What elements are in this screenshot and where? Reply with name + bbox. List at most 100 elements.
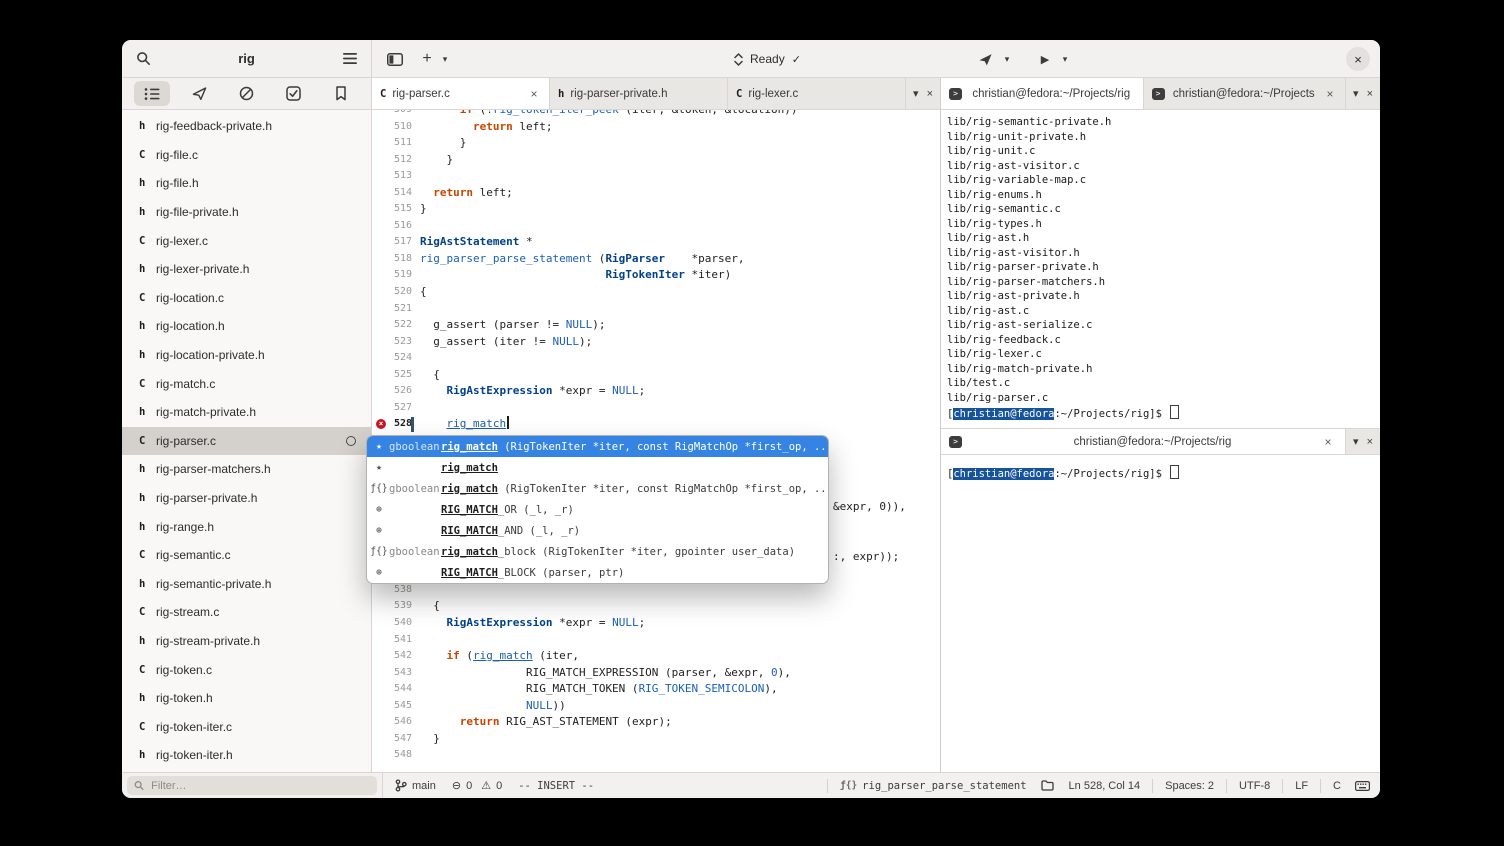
close-panel-icon[interactable]: × bbox=[1367, 436, 1373, 448]
code-line[interactable]: 510 return left; bbox=[372, 119, 940, 136]
code-line[interactable]: 516 bbox=[372, 218, 940, 235]
code-line[interactable]: 543 RIG_MATCH_EXPRESSION (parser, &expr,… bbox=[372, 665, 940, 682]
filter-input[interactable] bbox=[149, 778, 370, 793]
completion-item[interactable]: ƒ{} gboolean rig_match (RigTokenIter *iter… bbox=[367, 478, 828, 499]
sidebar-file-item[interactable]: Crig-token.c bbox=[122, 655, 371, 684]
sidebar-file-item[interactable]: h rig-lexer-private.h bbox=[122, 255, 371, 284]
code-line[interactable]: 512 } bbox=[372, 152, 940, 169]
window-close-button[interactable]: × bbox=[1346, 47, 1370, 71]
sidebar-file-item[interactable]: Crig-location.c bbox=[122, 284, 371, 313]
line-ending-setting[interactable]: LF bbox=[1295, 780, 1308, 792]
close-panel-icon[interactable]: × bbox=[1367, 88, 1373, 100]
search-button[interactable] bbox=[130, 46, 156, 72]
code-line[interactable]: 545 NULL)) bbox=[372, 698, 940, 715]
tab-close-icon[interactable]: × bbox=[527, 87, 541, 101]
code-line[interactable]: 524 bbox=[372, 350, 940, 367]
sidebar-tool-diagnostics[interactable] bbox=[228, 81, 264, 106]
code-line[interactable]: 548 bbox=[372, 747, 940, 764]
code-line[interactable]: 518 rig_parser_parse_statement (RigParser… bbox=[372, 251, 940, 268]
menu-button[interactable] bbox=[337, 46, 363, 72]
code-line[interactable]: 542 if (rig_match (iter, bbox=[372, 648, 940, 665]
code-line[interactable]: 525 { bbox=[372, 367, 940, 384]
code-line[interactable]: 522 g_assert (parser != NULL); bbox=[372, 317, 940, 334]
sidebar-file-item[interactable]: Crig-parser.c bbox=[122, 426, 371, 456]
open-folder-button[interactable] bbox=[1039, 777, 1057, 795]
sidebar-tool-build[interactable] bbox=[181, 81, 217, 106]
tab-list-chevron[interactable]: ▾ bbox=[1353, 435, 1359, 448]
completion-item[interactable]: ⊕ RIG_MATCH_OR (_l, _r) bbox=[367, 499, 828, 520]
keyboard-settings-button[interactable] bbox=[1353, 777, 1371, 795]
tab-close-icon[interactable]: × bbox=[1323, 87, 1337, 101]
code-line[interactable]: 519 RigTokenIter *iter) bbox=[372, 267, 940, 284]
sidebar-tool-files[interactable] bbox=[133, 81, 170, 106]
new-document-button[interactable]: + bbox=[414, 46, 440, 72]
play-options-chevron[interactable]: ▾ bbox=[1058, 46, 1072, 72]
diagnostics-button[interactable]: ⊖ 0 ⚠ 0 bbox=[452, 779, 502, 793]
editor-tab[interactable]: Crig-lexer.c bbox=[728, 78, 907, 109]
code-line[interactable]: 538 bbox=[372, 582, 940, 599]
code-line[interactable]: 520 { bbox=[372, 284, 940, 301]
sidebar-file-item[interactable]: Crig-semantic.c bbox=[122, 541, 371, 570]
sidebar-file-item[interactable]: Crig-file.c bbox=[122, 141, 371, 170]
sidebar-file-item[interactable]: h rig-parser-matchers.h bbox=[122, 455, 371, 484]
terminal-tab[interactable]: > christian@fedora:~/Projects/rig × bbox=[941, 429, 1347, 454]
sidebar-file-item[interactable]: h rig-range.h bbox=[122, 512, 371, 541]
tab-list-chevron[interactable]: ▾ bbox=[1353, 87, 1359, 100]
tab-close-icon[interactable]: × bbox=[1321, 435, 1335, 449]
run-options-chevron[interactable]: ▾ bbox=[1000, 46, 1014, 72]
code-line[interactable]: 544 RIG_MATCH_TOKEN (RIG_TOKEN_SEMICOLON… bbox=[372, 681, 940, 698]
code-line[interactable]: 511 } bbox=[372, 135, 940, 152]
code-line[interactable]: 523 g_assert (iter != NULL); bbox=[372, 334, 940, 351]
code-line[interactable]: 521 bbox=[372, 301, 940, 318]
filter-box[interactable] bbox=[127, 776, 377, 795]
close-page-icon[interactable]: × bbox=[927, 88, 933, 100]
editor-tab[interactable]: h rig-parser-private.h bbox=[550, 78, 729, 109]
sidebar-file-item[interactable]: h rig-file-private.h bbox=[122, 198, 371, 227]
completion-item[interactable]: ⊕ RIG_MATCH_BLOCK (parser, ptr) bbox=[367, 562, 828, 583]
code-line[interactable]: 513 bbox=[372, 168, 940, 185]
completion-item[interactable]: ★ rig_match bbox=[367, 457, 828, 478]
terminal-top[interactable]: lib/rig-semantic-private.h lib/rig-unit-p… bbox=[941, 110, 1380, 428]
terminal-bottom[interactable]: [christian@fedora:~/Projects/rig]$ bbox=[941, 455, 1380, 772]
play-button[interactable]: ▶ bbox=[1032, 46, 1058, 72]
sidebar-file-item[interactable]: h rig-parser-private.h bbox=[122, 484, 371, 513]
sidebar-file-item[interactable]: h rig-file.h bbox=[122, 169, 371, 198]
completion-item[interactable]: ⊕ RIG_MATCH_AND (_l, _r) bbox=[367, 520, 828, 541]
code-line[interactable]: 539 { bbox=[372, 598, 940, 615]
code-line[interactable]: 514 return left; bbox=[372, 185, 940, 202]
sidebar-file-item[interactable]: h rig-token.h bbox=[122, 684, 371, 713]
sidebar-file-item[interactable]: Crig-token-iter.c bbox=[122, 712, 371, 741]
code-line[interactable]: 547 } bbox=[372, 731, 940, 748]
current-symbol-button[interactable]: ƒ{} rig_parser_parse_statement bbox=[840, 780, 1027, 792]
sidebar-file-item[interactable]: h rig-token-iter.h bbox=[122, 741, 371, 770]
terminal-tab[interactable]: > christian@fedora:~/Projects/rig bbox=[941, 78, 1144, 109]
code-line[interactable]: 546 return RIG_AST_STATEMENT (expr); bbox=[372, 714, 940, 731]
code-line[interactable]: 509 if (!rig_token_iter_peek (iter, &tok… bbox=[372, 110, 940, 119]
sidebar-file-item[interactable]: h rig-match-private.h bbox=[122, 398, 371, 427]
sidebar-tool-bookmarks[interactable] bbox=[323, 81, 359, 106]
editor-tab[interactable]: Crig-parser.c × bbox=[372, 78, 551, 109]
language-mode[interactable]: C bbox=[1333, 780, 1341, 792]
git-branch-button[interactable]: main bbox=[395, 779, 436, 792]
cursor-position[interactable]: Ln 528, Col 14 bbox=[1069, 780, 1141, 792]
code-line[interactable]: 526 RigAstExpression *expr = NULL; bbox=[372, 383, 940, 400]
code-line[interactable]: × 528 rig_match bbox=[372, 416, 940, 433]
sidebar-tool-todos[interactable] bbox=[276, 81, 312, 106]
sidebar-file-item[interactable]: h rig-location-private.h bbox=[122, 341, 371, 370]
sidebar-file-item[interactable]: Crig-stream.c bbox=[122, 598, 371, 627]
code-line[interactable]: 515} bbox=[372, 201, 940, 218]
terminal-tab[interactable]: > christian@fedora:~/Projects × bbox=[1144, 78, 1347, 109]
toggle-sidebar-button[interactable] bbox=[382, 46, 408, 72]
sidebar-file-item[interactable]: Crig-lexer.c bbox=[122, 226, 371, 255]
sidebar-file-item[interactable]: Crig-match.c bbox=[122, 369, 371, 398]
completion-item[interactable]: ★ gboolean rig_match (RigTokenIter *iter, … bbox=[367, 436, 828, 457]
new-document-menu-chevron[interactable]: ▾ bbox=[438, 46, 452, 72]
encoding-setting[interactable]: UTF-8 bbox=[1239, 780, 1270, 792]
code-line[interactable]: 517 RigAstStatement * bbox=[372, 234, 940, 251]
run-project-button[interactable] bbox=[972, 46, 998, 72]
sidebar-file-item[interactable]: h rig-feedback-private.h bbox=[122, 112, 371, 141]
code-line[interactable]: 541 bbox=[372, 632, 940, 649]
code-line[interactable]: 540 RigAstExpression *expr = NULL; bbox=[372, 615, 940, 632]
sidebar-file-item[interactable]: h rig-location.h bbox=[122, 312, 371, 341]
omnibar-button[interactable]: Ready ✓ bbox=[724, 47, 811, 71]
